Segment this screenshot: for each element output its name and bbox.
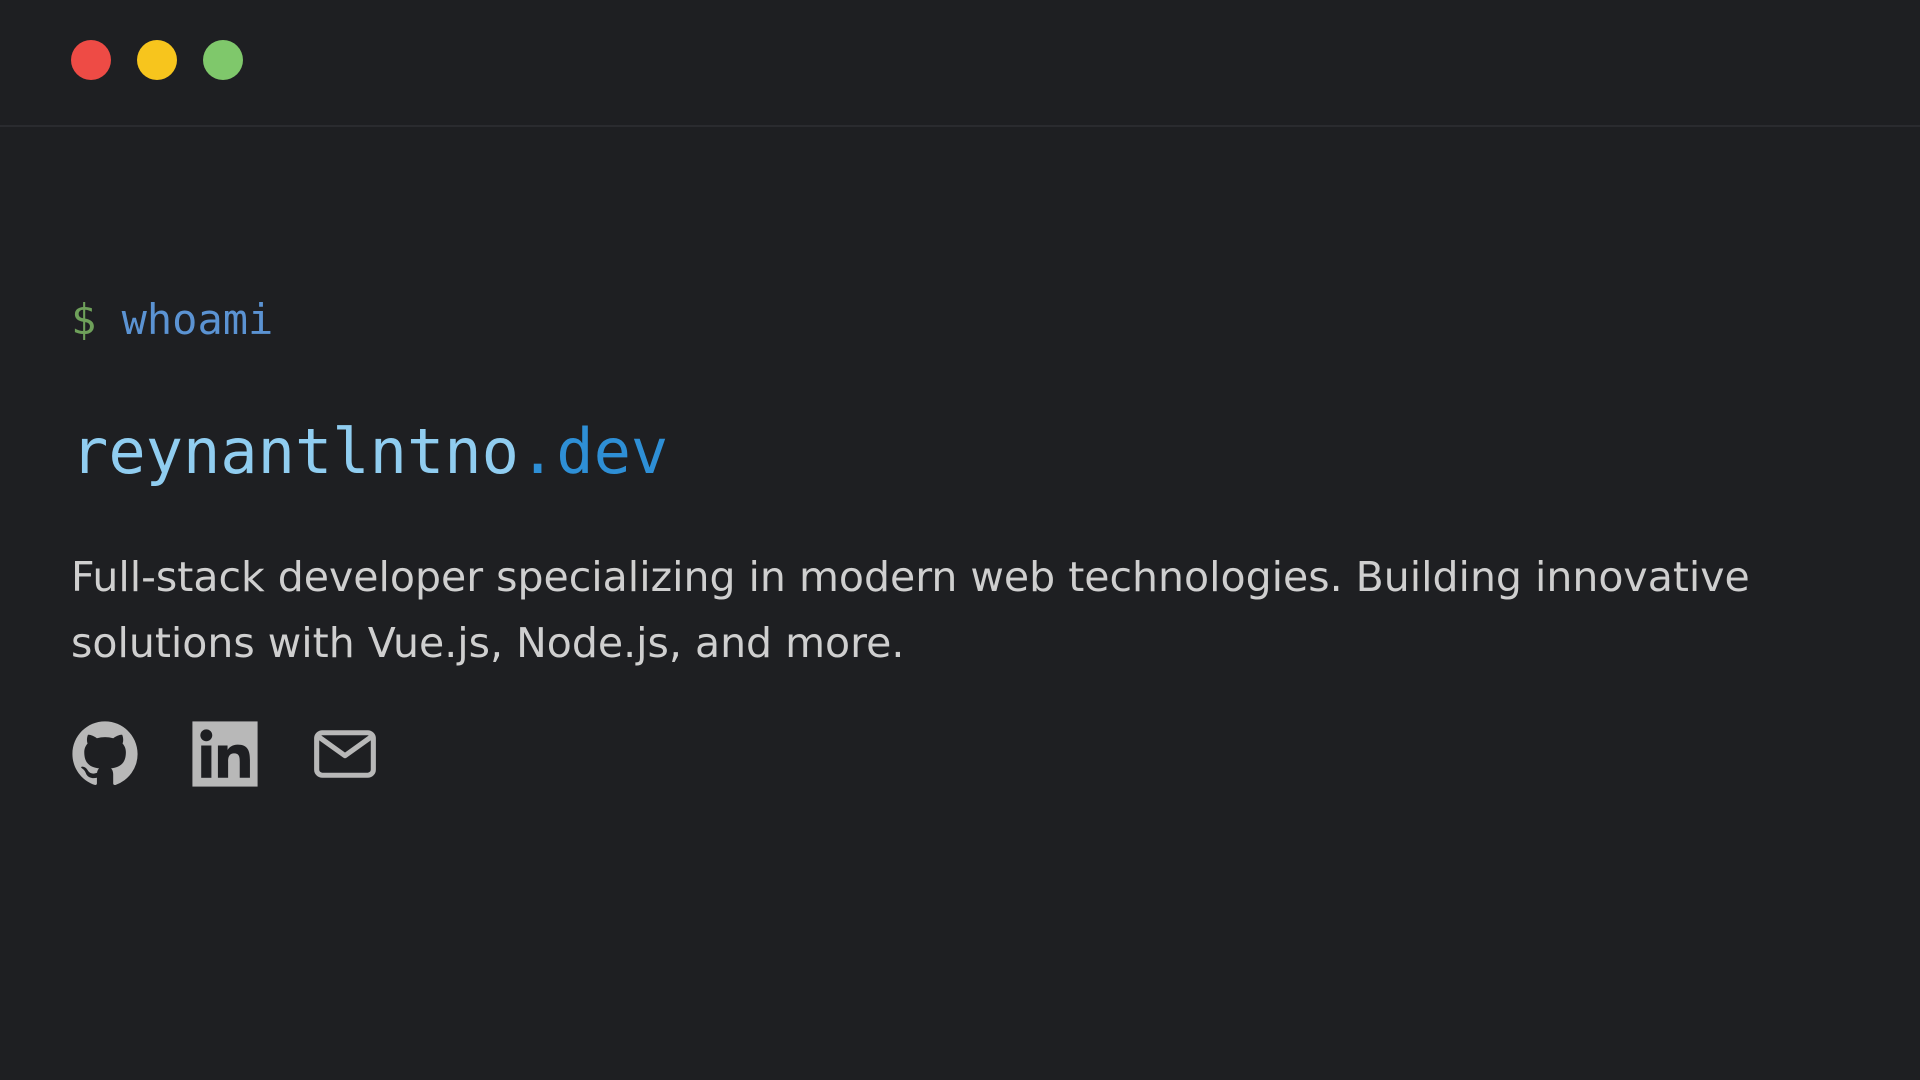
- github-icon: [72, 721, 138, 786]
- prompt-line: $ whoami: [71, 290, 1860, 350]
- maximize-button[interactable]: [203, 40, 243, 80]
- mail-icon: [314, 730, 376, 778]
- prompt-command: whoami: [121, 295, 274, 344]
- close-button[interactable]: [71, 40, 111, 80]
- github-link[interactable]: [71, 720, 139, 788]
- site-name-tld: .dev: [518, 415, 669, 488]
- hero-section: $ whoami reynantlntno.dev Full-stack dev…: [71, 290, 1860, 788]
- linkedin-icon: [192, 721, 258, 787]
- terminal-window: $ whoami reynantlntno.dev Full-stack dev…: [0, 0, 1920, 1080]
- prompt-symbol: $: [71, 295, 97, 344]
- window-titlebar: [0, 0, 1920, 127]
- site-name: reynantlntno.dev: [71, 412, 1860, 492]
- email-link[interactable]: [311, 720, 379, 788]
- bio-text: Full-stack developer specializing in mod…: [71, 553, 1750, 667]
- site-name-main: reynantlntno: [71, 415, 519, 488]
- minimize-button[interactable]: [137, 40, 177, 80]
- social-links: [71, 720, 1860, 788]
- linkedin-link[interactable]: [191, 720, 259, 788]
